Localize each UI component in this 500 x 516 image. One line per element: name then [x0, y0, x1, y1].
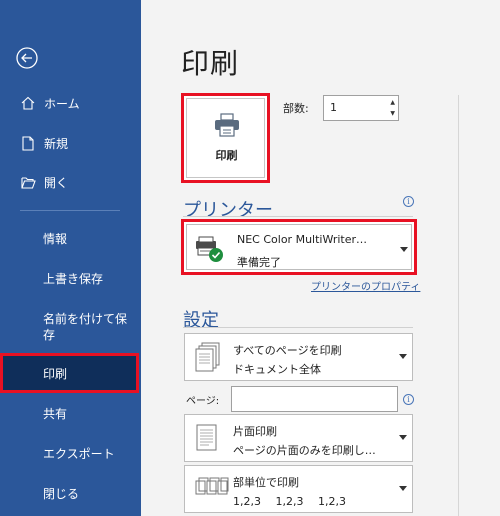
printer-icon: [215, 113, 239, 137]
sides-desc: ページの片面のみを印刷し…: [233, 444, 376, 457]
sidebar-item-label: ホーム: [44, 96, 80, 111]
chevron-down-icon: [399, 435, 407, 440]
new-document-icon: [20, 135, 36, 151]
sidebar-item-new[interactable]: 新規: [0, 124, 141, 162]
info-icon[interactable]: i: [403, 196, 414, 207]
page-title: 印刷: [181, 47, 240, 80]
printer-status: 準備完了: [237, 256, 281, 269]
print-range-desc: ドキュメント全体: [233, 363, 321, 376]
sidebar-item-close[interactable]: 閉じる: [0, 474, 141, 512]
settings-section-title: 設定: [183, 310, 219, 331]
printer-dropdown-face: NEC Color MultiWriter… 準備完了: [186, 224, 412, 270]
spin-down-icon[interactable]: ▼: [390, 110, 395, 117]
sidebar-item-save[interactable]: 上書き保存: [0, 259, 141, 297]
copies-stepper[interactable]: 1 ▲ ▼: [323, 95, 399, 121]
copies-value: 1: [330, 101, 337, 114]
spin-up-icon[interactable]: ▲: [390, 99, 395, 106]
collate-value: 部単位で印刷: [233, 476, 299, 489]
sidebar-item-label: 新規: [44, 136, 69, 151]
sidebar-item-home[interactable]: ホーム: [0, 84, 141, 122]
sidebar-item-label: 開く: [44, 175, 69, 190]
collated-icon: [195, 477, 229, 495]
sidebar-item-open[interactable]: 開く: [0, 163, 141, 201]
sidebar-item-label: 共有: [43, 406, 68, 421]
back-arrow-icon[interactable]: [16, 47, 38, 69]
sidebar-item-label: 上書き保存: [43, 271, 104, 286]
sidebar-item-print[interactable]: 印刷: [0, 353, 139, 393]
sidebar-item-export[interactable]: エクスポート: [0, 434, 141, 472]
sidebar-item-save-as[interactable]: 名前を付けて保存: [43, 311, 135, 343]
sidebar-item-label: エクスポート: [43, 446, 115, 461]
sidebar-divider: [20, 210, 120, 211]
print-button-label: 印刷: [215, 149, 238, 162]
collate-dropdown[interactable]: 部単位で印刷 1,2,3 1,2,3 1,2,3: [184, 465, 413, 513]
backstage-sidebar: ホーム 新規 開く 情報 上書き保存 名前を付けて保存 印刷 共有 エクスポート…: [0, 0, 141, 516]
sidebar-item-label: 印刷: [43, 366, 68, 381]
pages-stack-icon: [195, 342, 220, 372]
print-range-value: すべてのページを印刷: [233, 344, 342, 357]
single-sided-icon: [196, 424, 217, 451]
chevron-down-icon: [400, 247, 408, 252]
sidebar-item-share[interactable]: 共有: [0, 394, 141, 432]
section-divider: [183, 216, 413, 217]
print-button-face: 印刷: [186, 98, 265, 178]
printer-name: NEC Color MultiWriter…: [237, 233, 368, 246]
printer-properties-link[interactable]: プリンターのプロパティ: [311, 278, 420, 293]
pages-label: ページ:: [186, 396, 220, 407]
sidebar-item-info[interactable]: 情報: [0, 219, 141, 257]
print-range-dropdown[interactable]: すべてのページを印刷 ドキュメント全体: [184, 333, 413, 381]
printer-dropdown[interactable]: NEC Color MultiWriter… 準備完了: [181, 219, 417, 275]
copies-label: 部数:: [283, 102, 309, 115]
sidebar-item-label: 情報: [43, 231, 68, 246]
open-folder-icon: [20, 174, 36, 190]
printer-ready-icon: [196, 236, 223, 262]
print-button[interactable]: 印刷: [181, 93, 270, 183]
sides-value: 片面印刷: [233, 425, 277, 438]
section-divider: [183, 327, 413, 328]
sides-dropdown[interactable]: 片面印刷 ページの片面のみを印刷し…: [184, 414, 413, 462]
pages-input[interactable]: [231, 386, 398, 412]
sidebar-item-label: 閉じる: [43, 486, 80, 501]
info-icon[interactable]: i: [403, 394, 414, 405]
chevron-down-icon: [399, 486, 407, 491]
panel-divider: [458, 95, 459, 516]
chevron-down-icon: [399, 354, 407, 359]
collate-desc: 1,2,3 1,2,3 1,2,3: [233, 495, 346, 508]
home-icon: [20, 95, 36, 111]
